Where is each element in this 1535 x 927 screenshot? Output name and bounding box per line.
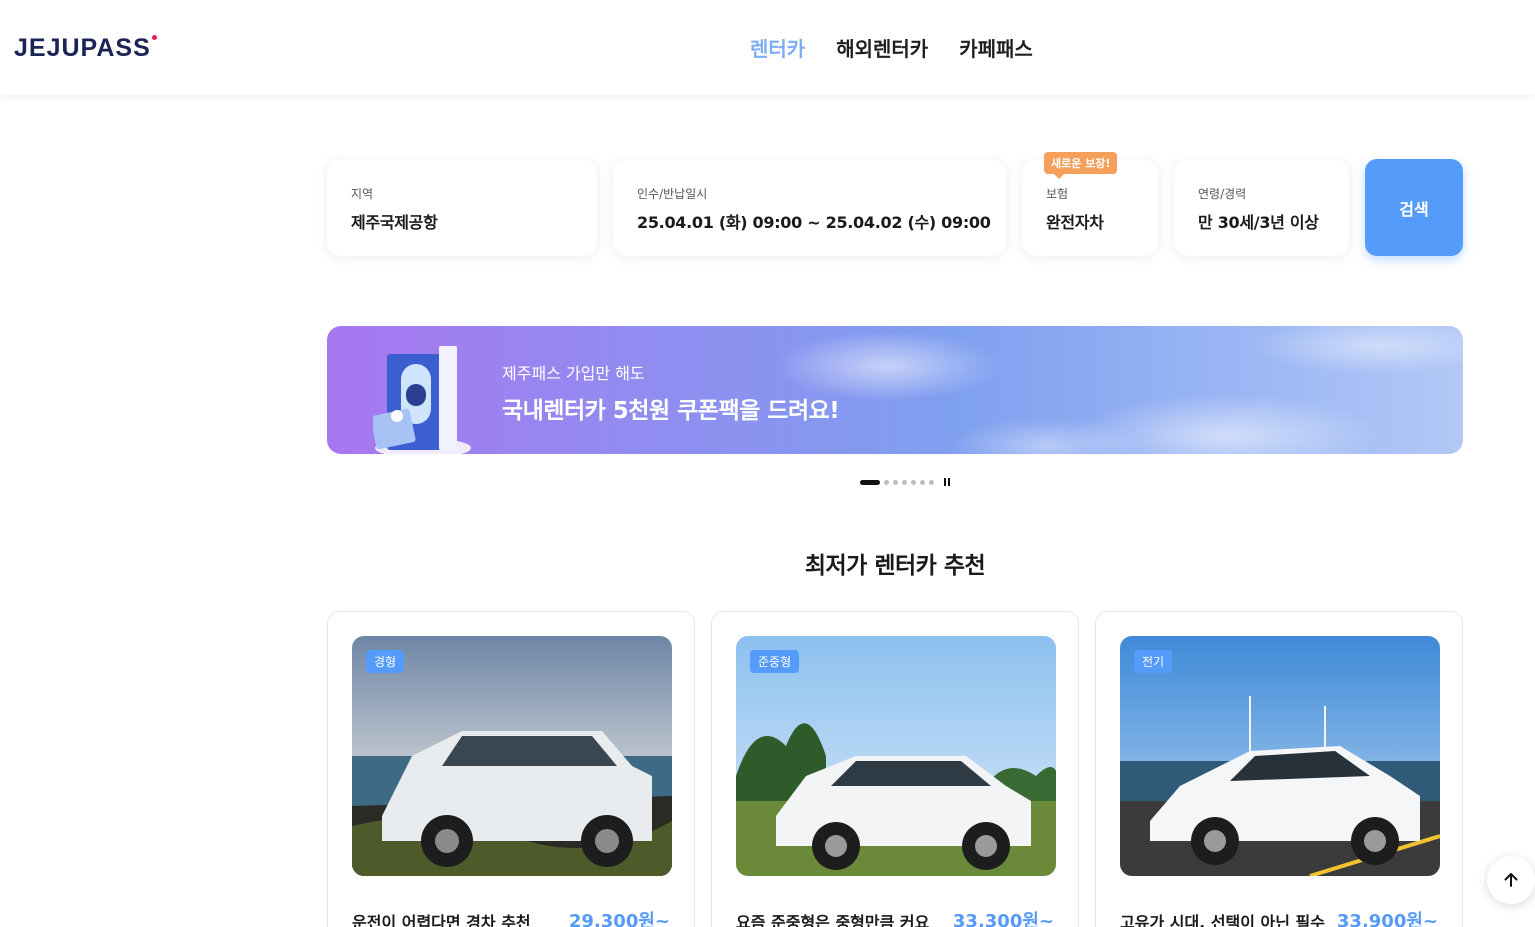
new-coverage-badge: 새로운 보장!	[1044, 152, 1118, 179]
car-card-light[interactable]: 경형 운전이 어렵다면 경차 추천 29,300원~	[327, 611, 695, 927]
pagination-dot[interactable]	[920, 479, 925, 485]
banner-title: 국내렌터카 5천원 쿠폰팩을 드려요!	[502, 398, 840, 424]
car-type-tag: 준중형	[750, 650, 800, 673]
logo-dot	[151, 35, 157, 40]
age-label: 연령/경력	[1198, 187, 1247, 201]
region-label: 지역	[351, 187, 374, 201]
car-card-electric[interactable]: 전기 고유가 시대, 선택이 아닌 필수 33,900원~	[1095, 611, 1463, 927]
car-card-price: 33,900원~	[1336, 911, 1438, 927]
insurance-field[interactable]: 새로운 보장! 보험 완전자차	[1022, 152, 1158, 256]
pagination-dot[interactable]	[911, 479, 916, 485]
datetime-field[interactable]: 인수/반납일시 25.04.01 (화) 09:00 ~ 25.04.02 (수…	[613, 159, 1006, 256]
car-card-price: 29,300원~	[568, 911, 670, 927]
scroll-top-button[interactable]	[1487, 856, 1535, 904]
banner-subtitle: 제주패스 가입만 해도	[502, 364, 645, 383]
arrow-up-icon	[1504, 873, 1518, 887]
car-image: 전기	[1120, 636, 1440, 876]
nav-cafe-pass[interactable]: 카페패스	[959, 33, 1033, 62]
car-card-price: 33,300원~	[952, 911, 1054, 927]
datetime-value: 25.04.01 (화) 09:00 ~ 25.04.02 (수) 09:00	[637, 213, 991, 232]
header: JEJUPASS 렌터카 해외렌터카 카페패스	[0, 0, 1535, 95]
datetime-label: 인수/반납일시	[637, 187, 708, 201]
region-value: 제주국제공항	[351, 213, 438, 232]
age-field[interactable]: 연령/경력 만 30세/3년 이상	[1174, 159, 1349, 256]
pagination-dot[interactable]	[893, 479, 898, 485]
nav-rentcar[interactable]: 렌터카	[750, 33, 805, 62]
nav-overseas-rentcar[interactable]: 해외렌터카	[836, 33, 928, 62]
search-button[interactable]: 검색	[1365, 159, 1463, 256]
age-value: 만 30세/3년 이상	[1198, 213, 1319, 232]
region-field[interactable]: 지역 제주국제공항	[327, 159, 597, 256]
car-card-title: 운전이 어렵다면 경차 추천	[352, 913, 531, 927]
logo[interactable]: JEJUPASS	[14, 34, 157, 63]
pause-icon[interactable]	[944, 478, 950, 486]
pagination-dot[interactable]	[902, 479, 907, 485]
pagination-dot[interactable]	[884, 479, 889, 485]
car-card-compact[interactable]: 준중형 요즘 준중형은 중형만큼 커요 33,300원~	[711, 611, 1079, 927]
car-type-tag: 전기	[1134, 650, 1173, 673]
main-nav: 렌터카 해외렌터카 카페패스	[750, 33, 1033, 62]
car-card-title: 고유가 시대, 선택이 아닌 필수	[1120, 913, 1325, 927]
pagination-dot[interactable]	[929, 479, 934, 485]
insurance-label: 보험	[1046, 187, 1069, 201]
pagination-dot-active[interactable]	[860, 479, 880, 485]
gift-card-illustration	[373, 346, 471, 454]
promo-banner[interactable]: 제주패스 가입만 해도 국내렌터카 5천원 쿠폰팩을 드려요!	[327, 326, 1463, 454]
car-card-title: 요즘 준중형은 중형만큼 커요	[736, 913, 930, 927]
car-image: 경형	[352, 636, 672, 876]
car-type-tag: 경형	[366, 650, 405, 673]
banner-pagination	[860, 478, 950, 486]
logo-text: JEJUPASS	[14, 34, 151, 62]
insurance-value: 완전자차	[1046, 213, 1104, 232]
section-title: 최저가 렌터카 추천	[804, 553, 986, 579]
car-image: 준중형	[736, 636, 1056, 876]
